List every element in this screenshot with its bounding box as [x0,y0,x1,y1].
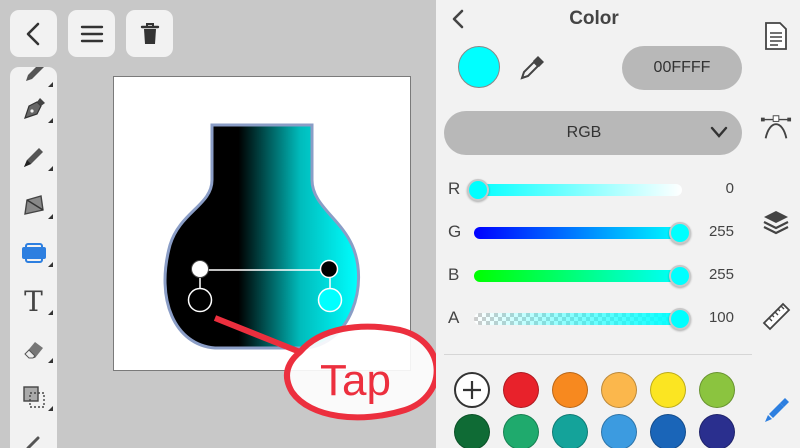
partial-tool-icon [26,436,39,448]
panel-title: Color [569,8,619,29]
slider-b-label: B [448,265,460,284]
document-button[interactable] [760,20,792,52]
ruler-icon [762,302,791,331]
submenu-indicator [48,406,53,411]
palette-divider [444,354,752,355]
palette-swatch[interactable] [699,414,735,448]
brush-icon [23,148,43,167]
slider-b[interactable]: B 255 [436,261,752,291]
submenu-indicator [48,358,53,363]
palette-swatch[interactable] [650,414,686,448]
slider-r-track[interactable] [474,184,682,196]
gradient-start-color-stop[interactable] [187,287,213,313]
text-tool[interactable]: T [10,281,57,321]
more-tool[interactable] [10,423,57,448]
add-swatch-button[interactable] [454,372,490,408]
fill-tool[interactable] [10,233,57,273]
palette-swatch[interactable] [601,372,637,408]
eyedropper-icon [520,56,544,80]
palette-swatch[interactable] [552,414,588,448]
plus-icon [463,381,481,399]
submenu-indicator [48,118,53,123]
trash-icon [140,22,159,44]
pen-tool[interactable] [10,89,57,129]
layers-button[interactable] [760,206,792,238]
slider-g-label: G [448,222,462,241]
color-mode-select[interactable]: RGB [444,111,742,155]
brush-tool[interactable] [10,137,57,177]
slider-r-thumb[interactable] [467,179,489,201]
slider-a[interactable]: A 100 [436,304,752,334]
submenu-indicator [48,310,53,315]
gradient-end-handle[interactable] [319,259,339,279]
pen-tool-icon [23,98,45,119]
slider-g-value: 255 [708,223,734,240]
palette-swatch[interactable] [503,372,539,408]
submenu-indicator [48,82,53,87]
eyedropper-button[interactable] [518,54,546,82]
chevron-left-icon [26,22,39,45]
slider-b-track[interactable] [474,270,682,282]
palette-swatch[interactable] [699,372,735,408]
back-button[interactable] [10,10,57,57]
curve-tool-icon [760,115,792,139]
selection-tool[interactable] [10,377,57,417]
slider-r[interactable]: R 0 [436,175,752,205]
slider-a-label: A [448,308,460,327]
slider-r-label: R [448,179,461,198]
eraser-tool[interactable] [10,329,57,369]
layers-icon [763,211,789,235]
selection-icon [22,386,45,408]
slider-a-track[interactable] [474,313,682,325]
color-panel: Color 00FFFF RGB R 0 G 255 B 255 A 100 [436,0,752,448]
slider-r-value: 0 [725,180,734,197]
submenu-indicator [48,262,53,267]
color-brush-button[interactable] [760,394,792,426]
shape-tool-icon [23,195,44,215]
document-icon [765,22,787,50]
gradient-start-handle[interactable] [191,260,209,278]
curve-tool-button[interactable] [760,112,792,144]
color-mode-label: RGB [566,124,602,141]
chevron-down-icon [710,126,728,138]
shape-tool[interactable] [10,185,57,225]
pencil-icon [25,67,44,81]
submenu-indicator [48,166,53,171]
tool-palette: T [10,67,57,448]
slider-b-value: 255 [708,266,734,283]
slider-g[interactable]: G 255 [436,218,752,248]
color-brush-icon [765,398,789,422]
text-tool-icon: T [24,284,43,318]
slider-a-value: 100 [708,309,734,326]
slider-g-track[interactable] [474,227,682,239]
palette-swatch[interactable] [552,372,588,408]
ruler-button[interactable] [760,300,792,332]
gradient-end-color-stop[interactable] [317,287,343,313]
menu-button[interactable] [68,10,115,57]
eraser-icon [23,342,43,359]
palette-swatch[interactable] [601,414,637,448]
hex-input[interactable]: 00FFFF [622,46,742,90]
current-color-swatch[interactable] [458,46,500,88]
hamburger-icon [80,25,103,42]
palette-swatch[interactable] [503,414,539,448]
submenu-indicator [48,214,53,219]
palette-swatch[interactable] [650,372,686,408]
delete-button[interactable] [126,10,173,57]
right-side-bar [752,0,800,448]
palette-swatch[interactable] [454,414,490,448]
fill-tool-icon [21,243,46,263]
